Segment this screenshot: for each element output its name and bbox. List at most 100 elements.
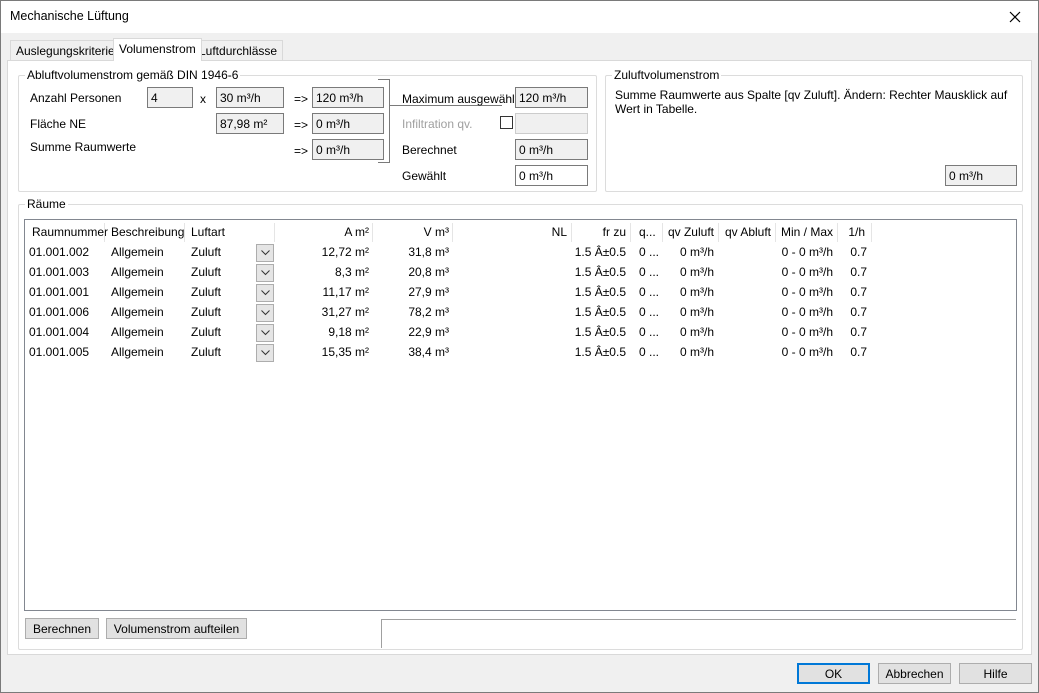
cell-minmax: 0 - 0 m³/h xyxy=(781,325,833,339)
cell-qvzuluft[interactable]: 0 m³/h xyxy=(663,345,714,359)
arrow-1: => xyxy=(294,92,309,106)
status-box xyxy=(381,619,1016,648)
cell-a: 11,17 m² xyxy=(322,285,369,299)
cell-minmax: 0 - 0 m³/h xyxy=(781,265,833,279)
table-row[interactable]: 01.001.004 Allgemein Zuluft 9,18 m² 22,9… xyxy=(25,322,875,342)
cell-q: 0 ... xyxy=(639,285,660,299)
col-header-luftart[interactable]: Luftart xyxy=(191,225,225,239)
cell-luftart[interactable]: Zuluft xyxy=(191,285,221,299)
infiltration-field[interactable] xyxy=(515,113,588,134)
col-header-qvzuluft[interactable]: qv Zuluft xyxy=(663,225,714,239)
zuluft-value-field: 0 m³/h xyxy=(945,165,1017,186)
col-separator xyxy=(871,223,872,242)
col-header-raumnummer[interactable]: Raumnummer xyxy=(32,225,108,239)
col-header-a[interactable]: A m² xyxy=(275,225,369,239)
col-header-h[interactable]: 1/h xyxy=(838,225,865,239)
cell-frzu: 1.5 Â±0.5 xyxy=(574,325,626,339)
cell-minmax: 0 - 0 m³/h xyxy=(781,245,833,259)
cell-h: 0.7 xyxy=(850,325,867,339)
gewaehlt-field[interactable]: 0 m³/h xyxy=(515,165,588,186)
table-row[interactable]: 01.001.002 Allgemein Zuluft 12,72 m² 31,… xyxy=(25,242,875,262)
cell-qvzuluft[interactable]: 0 m³/h xyxy=(663,265,714,279)
col-header-minmax[interactable]: Min / Max xyxy=(776,225,833,239)
cell-frzu: 1.5 Â±0.5 xyxy=(574,305,626,319)
cell-beschreibung: Allgemein xyxy=(111,265,164,279)
col-header-qvabluft[interactable]: qv Abluft xyxy=(719,225,771,239)
cell-raumnummer: 01.001.005 xyxy=(29,345,90,359)
tab-panel: Abluftvolumenstrom gemäß DIN 1946-6 Anza… xyxy=(7,60,1032,655)
abluft-group-label: Abluftvolumenstrom gemäß DIN 1946-6 xyxy=(25,68,241,82)
cell-v: 27,9 m³ xyxy=(408,285,449,299)
tab-volumenstrom[interactable]: Volumenstrom xyxy=(113,38,202,61)
cell-h: 0.7 xyxy=(850,345,867,359)
chevron-down-icon xyxy=(260,290,270,296)
hilfe-button[interactable]: Hilfe xyxy=(959,663,1032,684)
cell-luftart[interactable]: Zuluft xyxy=(191,345,221,359)
flaeche-field[interactable]: 87,98 m² xyxy=(216,113,284,134)
cell-raumnummer: 01.001.004 xyxy=(29,325,90,339)
cell-v: 22,9 m³ xyxy=(408,325,449,339)
max-bracket xyxy=(378,79,390,163)
summe-label: Summe Raumwerte xyxy=(30,140,137,154)
raeume-group-label: Räume xyxy=(25,197,68,211)
close-button[interactable] xyxy=(992,1,1038,32)
flaeche-label: Fläche NE xyxy=(30,117,87,131)
flaeche-result-field: 0 m³/h xyxy=(312,113,384,134)
tab-luftdurchlaesse[interactable]: Luftdurchlässe xyxy=(193,40,284,61)
luftart-dropdown-button[interactable] xyxy=(256,244,274,262)
chevron-down-icon xyxy=(260,270,270,276)
cell-a: 8,3 m² xyxy=(334,265,369,279)
table-row[interactable]: 01.001.006 Allgemein Zuluft 31,27 m² 78,… xyxy=(25,302,875,322)
cell-raumnummer: 01.001.006 xyxy=(29,305,90,319)
col-header-nl[interactable]: NL xyxy=(453,225,567,239)
luftart-dropdown-button[interactable] xyxy=(256,324,274,342)
tab-auslegungskriterien[interactable]: Auslegungskriterien xyxy=(10,40,128,61)
abbrechen-button[interactable]: Abbrechen xyxy=(878,663,951,684)
cell-raumnummer: 01.001.003 xyxy=(29,265,90,279)
per-person-field[interactable]: 30 m³/h xyxy=(216,87,284,108)
cell-beschreibung: Allgemein xyxy=(111,245,164,259)
col-header-q[interactable]: q... xyxy=(639,225,656,239)
cell-luftart[interactable]: Zuluft xyxy=(191,245,221,259)
cell-a: 9,18 m² xyxy=(328,325,369,339)
cell-q: 0 ... xyxy=(639,345,660,359)
cell-beschreibung: Allgemein xyxy=(111,305,164,319)
table-row[interactable]: 01.001.003 Allgemein Zuluft 8,3 m² 20,8 … xyxy=(25,262,875,282)
col-header-v[interactable]: V m³ xyxy=(373,225,449,239)
cell-luftart[interactable]: Zuluft xyxy=(191,305,221,319)
title-bar: Mechanische Lüftung xyxy=(1,1,1038,33)
table-row[interactable]: 01.001.005 Allgemein Zuluft 15,35 m² 38,… xyxy=(25,342,875,362)
col-header-frzu[interactable]: fr zu xyxy=(572,225,626,239)
personen-result-field: 120 m³/h xyxy=(312,87,384,108)
cell-qvzuluft[interactable]: 0 m³/h xyxy=(663,285,714,299)
volumenstrom-aufteilen-button[interactable]: Volumenstrom aufteilen xyxy=(106,618,247,639)
luftart-dropdown-button[interactable] xyxy=(256,344,274,362)
cell-q: 0 ... xyxy=(639,265,660,279)
luftart-dropdown-button[interactable] xyxy=(256,304,274,322)
cell-luftart[interactable]: Zuluft xyxy=(191,265,221,279)
cell-beschreibung: Allgemein xyxy=(111,325,164,339)
infiltration-checkbox[interactable] xyxy=(500,116,513,129)
personen-field[interactable]: 4 xyxy=(147,87,193,108)
luftart-dropdown-button[interactable] xyxy=(256,284,274,302)
cell-h: 0.7 xyxy=(850,285,867,299)
luftart-dropdown-button[interactable] xyxy=(256,264,274,282)
dialog-window: Mechanische Lüftung Auslegungskriterien … xyxy=(0,0,1039,693)
raeume-table[interactable]: Raumnummer Beschreibung Luftart A m² V m… xyxy=(24,219,1017,611)
cell-minmax: 0 - 0 m³/h xyxy=(781,285,833,299)
col-header-beschreibung[interactable]: Beschreibung xyxy=(111,225,184,239)
cell-minmax: 0 - 0 m³/h xyxy=(781,345,833,359)
cell-luftart[interactable]: Zuluft xyxy=(191,325,221,339)
arrow-2: => xyxy=(294,118,309,132)
cell-qvzuluft[interactable]: 0 m³/h xyxy=(663,325,714,339)
cell-a: 15,35 m² xyxy=(321,345,369,359)
table-row[interactable]: 01.001.001 Allgemein Zuluft 11,17 m² 27,… xyxy=(25,282,875,302)
ok-button[interactable]: OK xyxy=(797,663,870,684)
times-sign: x xyxy=(200,92,206,106)
max-field: 120 m³/h xyxy=(515,87,588,108)
cell-qvzuluft[interactable]: 0 m³/h xyxy=(663,245,714,259)
infiltration-label: Infiltration qv. xyxy=(402,117,473,131)
cell-qvzuluft[interactable]: 0 m³/h xyxy=(663,305,714,319)
berechnen-button[interactable]: Berechnen xyxy=(25,618,99,639)
chevron-down-icon xyxy=(260,350,270,356)
